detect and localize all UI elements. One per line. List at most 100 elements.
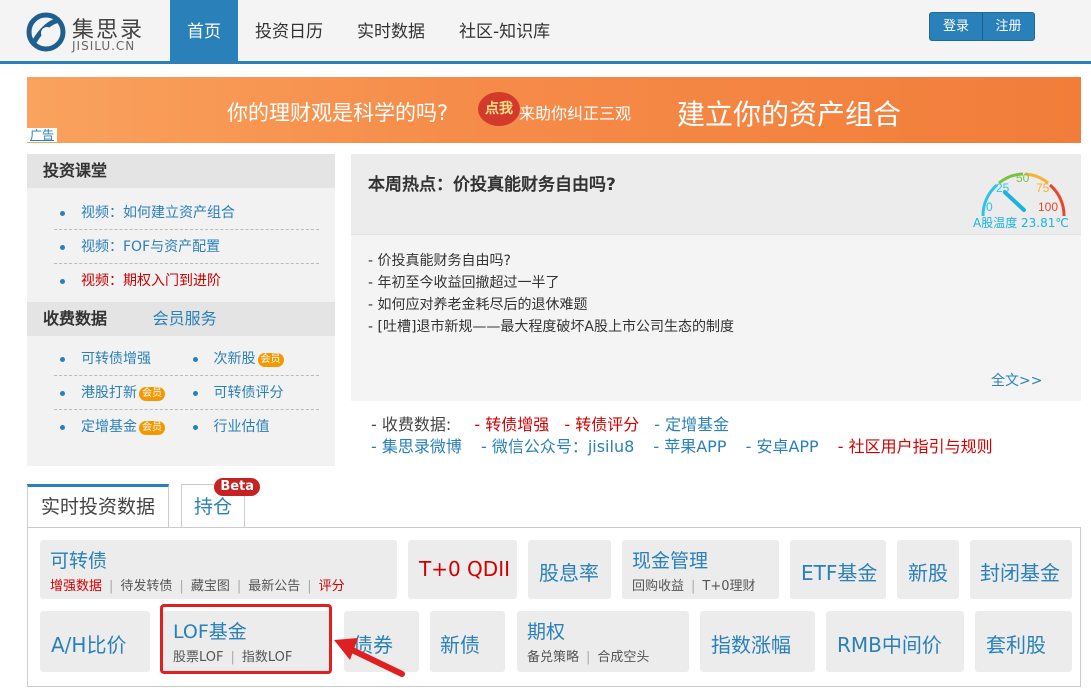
login-button[interactable]: 登录	[930, 13, 982, 40]
bullet-icon	[60, 211, 65, 216]
hot-article-link[interactable]: - [吐槽]退市新规——最大程度破坏A股上市公司生态的制度	[368, 316, 734, 338]
weekly-hot-panel: 本周热点：价投真能财务自由吗? 0 25 50 75 100 A股温度 23.8…	[351, 154, 1081, 466]
course-item[interactable]: 视频：如何建立资产组合	[54, 196, 319, 230]
card-index-change[interactable]: 指数涨幅	[700, 611, 815, 672]
paid-item-label: 可转债增强	[81, 351, 151, 367]
link-private-placement-fund[interactable]: - 定增基金	[654, 415, 729, 434]
annotation-arrow-icon	[334, 638, 405, 677]
course-item-label: 视频：FOF与资产配置	[81, 239, 221, 255]
card-closed-fund[interactable]: 封闭基金	[970, 540, 1072, 599]
card-new-stock[interactable]: 新股	[897, 540, 959, 599]
card-title: RMB中间价	[837, 633, 942, 657]
card-etf-fund[interactable]: ETF基金	[790, 540, 886, 599]
paid-item-convertible-enhanced[interactable]: 可转债增强	[54, 342, 187, 375]
paid-row: 可转债增强 次新股 会员	[54, 342, 319, 376]
bullet-icon	[60, 245, 65, 250]
site-logo[interactable]: 集思录 JISILU.CN	[24, 8, 164, 56]
hot-title[interactable]: 本周热点：价投真能财务自由吗?	[368, 170, 616, 195]
paid-data-list: 可转债增强 次新股 会员 港股打新 会员 可转债评分 定增基金 会员 行业估值	[27, 336, 335, 444]
card-options[interactable]: 期权 备兑策略 | 合成空头	[517, 611, 689, 672]
card-convertible-bond[interactable]: 可转债 增强数据 | 待发转债 | 藏宝图 | 最新公告 | 评分	[40, 540, 397, 599]
separator: |	[307, 579, 312, 594]
nav-investment-calendar[interactable]: 投资日历	[238, 0, 340, 64]
sub-link-treasure-map[interactable]: 藏宝图	[191, 579, 230, 594]
paid-data-title-text: 收费数据	[43, 309, 108, 328]
nav-home[interactable]: 首页	[170, 0, 238, 64]
card-title: T+0 QDII	[419, 557, 510, 581]
separator: |	[236, 579, 242, 594]
sub-link-t0-finance[interactable]: T+0理财	[702, 579, 755, 594]
link-convertible-score[interactable]: - 转债评分	[564, 415, 639, 434]
vip-badge: 会员	[139, 387, 165, 401]
course-section-title: 投资课堂	[27, 154, 335, 188]
nav-realtime-data[interactable]: 实时数据	[340, 0, 442, 64]
sub-link-synthetic-short[interactable]: 合成空头	[597, 650, 649, 665]
card-ah-premium[interactable]: A/H比价	[40, 611, 150, 672]
banner-slogan: 建立你的资产组合	[677, 98, 902, 131]
paid-data-title: 收费数据 会员服务	[27, 302, 335, 336]
card-cash-management[interactable]: 现金管理 回购收益 | T+0理财	[622, 540, 779, 599]
card-dividend-yield[interactable]: 股息率	[528, 540, 611, 599]
link-wechat[interactable]: - 微信公众号：jisilu8	[481, 437, 634, 456]
paid-row: 港股打新 会员 可转债评分	[54, 376, 319, 410]
card-sub-links: 回购收益 | T+0理财	[632, 575, 756, 594]
paid-item-private-placement-fund[interactable]: 定增基金 会员	[54, 410, 187, 444]
nav-community[interactable]: 社区-知识库	[442, 0, 567, 64]
ad-banner[interactable]: 你的理财观是科学的吗? 点我 来助你纠正三观 建立你的资产组合 广告	[27, 77, 1081, 143]
bullet-icon	[60, 357, 65, 362]
card-new-bond[interactable]: 新债	[430, 611, 505, 672]
member-service-link[interactable]: 会员服务	[153, 309, 217, 328]
tab-holdings[interactable]: 持仓 Beta	[181, 478, 261, 528]
sub-link-repo-yield[interactable]: 回购收益	[632, 579, 684, 594]
course-list: 视频：如何建立资产组合 视频：FOF与资产配置 视频：期权入门到进阶	[27, 188, 335, 302]
tab-realtime-data[interactable]: 实时投资数据	[27, 484, 170, 528]
hot-article-link[interactable]: - 年初至今收益回撤超过一半了	[368, 272, 734, 294]
link-weibo[interactable]: - 集思录微博	[371, 437, 462, 456]
logo-mark-icon	[26, 12, 66, 52]
quick-links: - 收费数据: - 转债增强 - 转债评分 - 定增基金 - 集思录微博 - 微…	[351, 401, 1081, 466]
lof-highlight-box	[160, 604, 332, 674]
card-t0-qdii[interactable]: T+0 QDII	[408, 540, 517, 599]
bullet-icon	[60, 425, 65, 430]
course-section-title-text: 投资课堂	[43, 161, 108, 180]
banner-subtext: 来助你纠正三观	[519, 104, 632, 123]
sub-link-pending[interactable]: 待发转债	[120, 579, 172, 594]
ad-label[interactable]: 广告	[27, 128, 58, 142]
separator: |	[586, 650, 591, 665]
paid-item-label: 可转债评分	[213, 385, 284, 401]
link-android-app[interactable]: - 安卓APP	[746, 437, 819, 456]
read-more-link[interactable]: 全文>>	[991, 370, 1042, 390]
link-community-guide[interactable]: - 社区用户指引与规则	[838, 437, 993, 456]
card-rmb-central-parity[interactable]: RMB中间价	[826, 611, 964, 672]
gauge-tick: 0	[986, 200, 993, 214]
paid-item-convertible-score[interactable]: 可转债评分	[187, 376, 320, 409]
card-title: 期权	[527, 621, 566, 643]
paid-item-industry-valuation[interactable]: 行业估值	[187, 410, 320, 444]
course-item-label: 视频：如何建立资产组合	[81, 205, 235, 221]
card-title: 封闭基金	[980, 561, 1060, 585]
course-item[interactable]: 视频：FOF与资产配置	[54, 230, 319, 264]
hot-article-link[interactable]: - 价投真能财务自由吗?	[368, 250, 734, 272]
sub-link-score[interactable]: 评分	[319, 579, 345, 594]
paid-item-label: 港股打新	[81, 385, 137, 401]
separator: |	[179, 579, 184, 594]
link-convertible-enhanced[interactable]: - 转债增强	[474, 415, 549, 434]
banner-click-badge[interactable]: 点我	[478, 92, 520, 126]
course-item[interactable]: 视频：期权入门到进阶	[54, 264, 319, 298]
paid-item-hk-ipo[interactable]: 港股打新 会员	[54, 376, 187, 409]
hot-article-list: - 价投真能财务自由吗? - 年初至今收益回撤超过一半了 - 如何应对养老金耗尽…	[368, 250, 734, 338]
card-arbitrage-stock[interactable]: 套利股	[975, 611, 1072, 672]
paid-data-label: - 收费数据:	[371, 415, 452, 434]
hot-article-link[interactable]: - 如何应对养老金耗尽后的退休难题	[368, 294, 734, 316]
top-header: 集思录 JISILU.CN 首页 投资日历 实时数据 社区-知识库 登录 注册	[0, 0, 1091, 64]
course-item-label: 视频：期权入门到进阶	[81, 273, 221, 289]
sub-link-covered-call[interactable]: 备兑策略	[527, 650, 579, 665]
vip-badge: 会员	[139, 421, 165, 435]
tab-holdings-label: 持仓	[194, 496, 233, 518]
link-ios-app[interactable]: - 苹果APP	[653, 437, 726, 456]
register-button[interactable]: 注册	[982, 13, 1034, 40]
sub-link-announcements[interactable]: 最新公告	[248, 579, 300, 594]
paid-item-sub-new-stock[interactable]: 次新股 会员	[187, 342, 320, 375]
sub-link-enhanced[interactable]: 增强数据	[50, 579, 102, 594]
card-title: 套利股	[986, 633, 1046, 657]
